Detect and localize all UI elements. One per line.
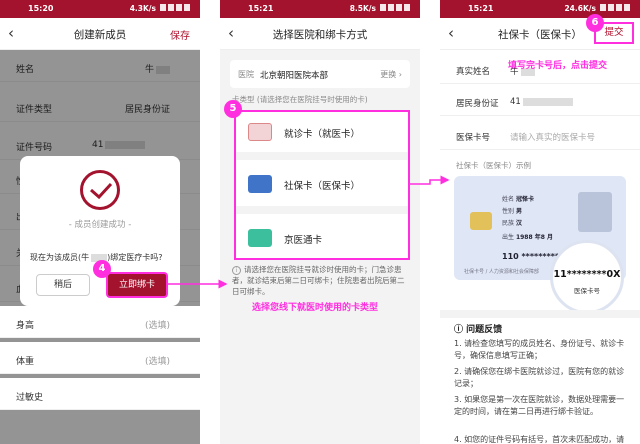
select-hospital-screen: 15:21 8.5K/s ‹ 选择医院和绑卡方式 医院 北京朝阳医院本部 更换 … — [220, 0, 420, 444]
signal-battery-icon — [598, 4, 634, 13]
create-member-screen: 15:20 4.3K/s ‹ 创建新成员 保存 姓名 牛 证件类型 居民身份证 … — [0, 0, 200, 444]
step-badge-5: 5 — [224, 100, 242, 118]
feedback-item: 4. 如您的证件号码有括号，首次未匹配成功，请尝试切换中英文括号，重新输入 — [454, 435, 625, 444]
feedback-item: 3. 如果您是第一次在医院就诊，数据处理需要一定的时间，请在第二日再进行绑卡验证… — [454, 395, 625, 416]
signal-battery-icon — [158, 4, 194, 13]
step-badge-6: 6 — [586, 14, 604, 32]
save-button[interactable]: 保存 — [170, 27, 190, 42]
magnified-caption: 医保卡号 — [574, 287, 600, 295]
visit-card-icon — [248, 123, 272, 141]
weight-row[interactable]: 体重 (选填) — [0, 342, 200, 374]
card-option-label: 京医通卡 — [284, 235, 323, 246]
height-placeholder: (选填) — [144, 321, 170, 331]
status-speed: 4.3K/s — [129, 4, 156, 13]
sample-nation: 民族 汉 — [502, 220, 522, 227]
nav-bar: ‹ 创建新成员 保存 — [0, 18, 200, 50]
sample-sex: 性别 男 — [502, 208, 522, 215]
divider — [236, 206, 408, 214]
status-time: 15:20 — [28, 4, 54, 13]
card-type-hint: 卡类型 (请选择您在医院挂号时使用的卡) — [232, 95, 368, 104]
card-option-social-security[interactable]: 社保卡（医保卡） — [244, 166, 402, 202]
allergy-label: 过敏史 — [16, 393, 44, 403]
social-security-card-icon — [248, 175, 272, 193]
success-message: - 成员创建成功 - — [68, 220, 132, 230]
step-badge-4: 4 — [93, 260, 111, 278]
nav-bar: ‹ 选择医院和绑卡方式 — [220, 18, 420, 50]
status-bar: 15:21 24.6K/s — [440, 0, 640, 18]
change-hospital-link[interactable]: 更换 › — [380, 69, 402, 80]
feedback-item: 1. 请检查您填写的成员姓名、身份证号、就诊卡号，确保信息填写正确； — [454, 339, 625, 360]
page-title: 选择医院和绑卡方式 — [272, 29, 368, 41]
hospital-name: 北京朝阳医院本部 — [260, 71, 329, 81]
sample-name: 姓名 冠怿卡 — [502, 196, 534, 203]
success-check-icon — [80, 170, 120, 210]
feedback-item: 2. 请确保您在绑卡医院就诊过，医院有您的就诊记录； — [454, 367, 625, 388]
sample-footer: 社保卡号 / 人力资源和社会保障部 — [464, 269, 539, 275]
card-number-magnifier: 11********0X 医保卡号 — [550, 240, 624, 314]
weight-placeholder: (选填) — [144, 357, 170, 367]
card-chip-icon — [470, 212, 492, 230]
divider — [236, 152, 408, 160]
hospital-key: 医院 — [238, 70, 254, 79]
status-time: 15:21 — [248, 4, 274, 13]
signal-battery-icon — [378, 4, 414, 13]
real-name-label: 真实姓名 — [456, 67, 491, 77]
medical-card-number-input[interactable]: 请输入真实的医保卡号 — [510, 131, 595, 143]
sample-birth: 出生 1988 年8 月 — [502, 234, 553, 241]
social-security-card-screen: 15:21 24.6K/s ‹ 社保卡（医保卡） 提交 6 真实姓名 牛 居民身… — [440, 0, 640, 444]
id-card-value: 41 — [510, 97, 573, 107]
status-speed: 8.5K/s — [349, 4, 376, 13]
status-bar: 15:20 4.3K/s — [0, 0, 200, 18]
card-note: i 请选择您在医院挂号就诊时使用的卡；门急诊患者，就诊结束后第二日可绑卡；住院患者… — [232, 265, 405, 296]
info-icon: i — [232, 266, 241, 275]
jingyitong-card-icon — [248, 229, 272, 247]
height-row[interactable]: 身高 (选填) — [0, 306, 200, 338]
medical-card-number-label: 医保卡号 — [456, 133, 491, 143]
card-option-visit[interactable]: 就诊卡（就医卡） — [244, 114, 402, 150]
card-type-list: 就诊卡（就医卡） 社保卡（医保卡） 京医通卡 — [234, 110, 410, 260]
annotation-select-card: 选择您线下就医时使用的卡类型 — [252, 303, 379, 313]
hospital-row[interactable]: 医院 北京朝阳医院本部 更换 › — [230, 60, 410, 88]
divider — [440, 310, 640, 318]
card-option-jingyitong[interactable]: 京医通卡 — [244, 220, 402, 256]
height-label: 身高 — [16, 321, 35, 331]
later-button[interactable]: 稍后 — [36, 274, 90, 296]
annotation-submit: 填写完卡号后，点击提交 — [508, 61, 608, 71]
sample-title: 社保卡（医保卡）示例 — [456, 161, 531, 170]
weight-label: 体重 — [16, 357, 35, 367]
status-bar: 15:21 8.5K/s — [220, 0, 420, 18]
magnified-number: 11********0X — [553, 269, 621, 280]
card-photo — [578, 192, 612, 232]
status-speed: 24.6K/s — [564, 4, 596, 13]
status-time: 15:21 — [468, 4, 494, 13]
card-option-label: 就诊卡（就医卡） — [284, 129, 361, 140]
id-card-row: 居民身份证 41 — [440, 86, 640, 116]
medical-card-number-row[interactable]: 医保卡号 请输入真实的医保卡号 — [440, 120, 640, 150]
allergy-row[interactable]: 过敏史 — [0, 378, 200, 410]
member-created-dialog: - 成员创建成功 - 现在为该成员(牛)绑定医疗卡吗? 稍后 立即绑卡 — [20, 156, 180, 306]
bind-now-button[interactable]: 立即绑卡 — [106, 272, 168, 298]
sample-number: 110 ********* — [502, 252, 560, 261]
card-option-label: 社保卡（医保卡） — [284, 181, 361, 192]
id-card-label: 居民身份证 — [456, 99, 499, 109]
feedback-title: ⓘ 问题反馈 — [454, 325, 503, 335]
